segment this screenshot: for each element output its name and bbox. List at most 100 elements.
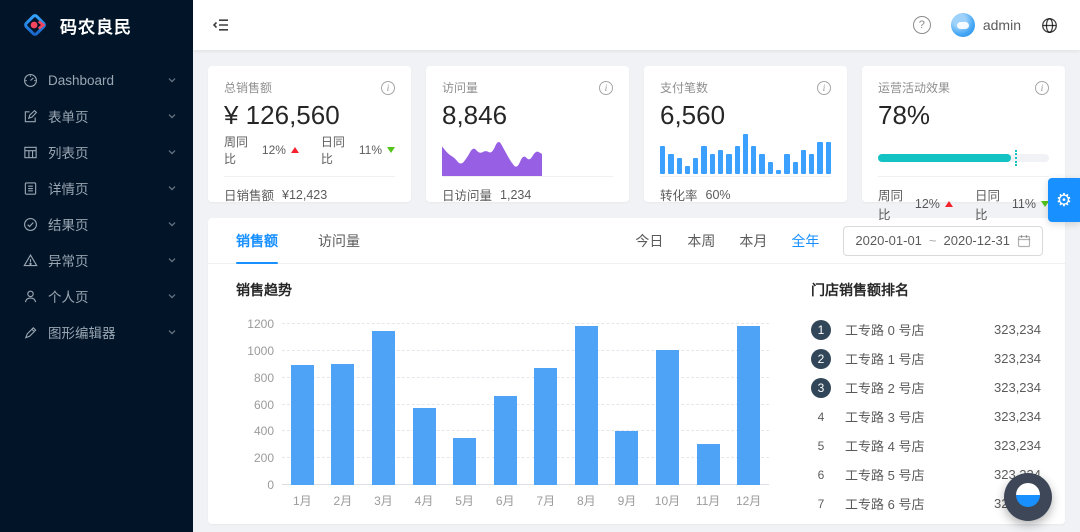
sidebar-item-3[interactable]: 详情页: [0, 170, 193, 206]
question-circle-icon[interactable]: ?: [912, 16, 931, 34]
rank-badge: 1: [811, 319, 831, 340]
gear-icon: ⚙: [1055, 189, 1073, 210]
sales-bar-chart-plot: 0 200 400 600 800 1000 1200 1月 2月 3月 4月 5月 6月 7月 8月 9月 1…: [247, 317, 769, 508]
rank-badge: 7: [817, 496, 825, 511]
y-axis-tick: 600: [253, 397, 274, 412]
logo-icon: [20, 10, 50, 40]
rank-badge: 5: [817, 438, 825, 453]
info-icon[interactable]: i: [1035, 80, 1049, 95]
form-icon: [22, 108, 38, 124]
store-name: 工专路 3 号店: [845, 410, 925, 425]
y-axis-tick: 800: [253, 370, 274, 385]
rank-badge: 4: [817, 409, 825, 424]
theme-ball-icon: [1016, 483, 1040, 507]
dashboard-content: 总销售额 i ¥ 126,560 周同比 12% 日同比 11% 日销售额 ¥1…: [193, 50, 1080, 532]
brand-title: 码农良民: [60, 17, 132, 37]
username: admin: [982, 17, 1021, 33]
payments-mini-bar-chart: [660, 134, 831, 174]
theme-switch-button[interactable]: [1004, 473, 1052, 521]
profile-icon: [22, 180, 38, 196]
info-icon[interactable]: i: [817, 80, 831, 95]
globe-icon[interactable]: [1041, 17, 1058, 34]
sidebar-item-6[interactable]: 个人页: [0, 278, 193, 314]
x-axis-label: 1月: [292, 494, 312, 508]
store-name: 工专路 4 号店: [845, 439, 925, 454]
user-menu[interactable]: admin: [950, 13, 1021, 37]
payments-value: 6,560: [660, 100, 726, 130]
bar-12月[interactable]: [737, 326, 761, 485]
rank-badge: 2: [811, 348, 831, 369]
store-name: 工专路 6 号店: [845, 497, 925, 512]
card-visits: 访问量 i 8,846 日访问量 1,234: [426, 66, 629, 203]
info-icon[interactable]: i: [381, 80, 395, 95]
bar-6月[interactable]: [493, 396, 517, 485]
store-name: 工专路 1 号店: [845, 352, 925, 367]
bar-5月[interactable]: [453, 438, 477, 485]
range-link-3[interactable]: 全年: [791, 231, 819, 251]
card-payments: 支付笔数 i 6,560 转化率 60%: [644, 66, 847, 203]
store-name: 工专路 2 号店: [845, 381, 925, 396]
x-axis-label: 9月: [617, 494, 637, 508]
sidebar-item-label: 列表页: [48, 146, 89, 161]
ranking-row-2: 2 工专路 1 号店 323,234: [811, 344, 1041, 373]
sidebar: 码农良民 Dashboard 表单页列表页详情页结果页异常页个人页图形编辑器: [0, 0, 193, 532]
card-title: 运营活动效果: [878, 81, 951, 95]
sidebar-item-7[interactable]: 图形编辑器: [0, 314, 193, 350]
store-name: 工专路 5 号店: [845, 468, 925, 483]
bar-8月[interactable]: [574, 326, 598, 485]
ranking-row-4: 4 工专路 3 号店 323,234: [811, 402, 1041, 431]
chevron-down-icon: [167, 183, 177, 193]
calendar-icon: [1017, 234, 1031, 248]
bar-9月[interactable]: [615, 431, 639, 485]
chevron-down-icon: [167, 75, 177, 85]
range-link-2[interactable]: 本月: [739, 231, 767, 251]
x-axis-label: 5月: [455, 494, 474, 508]
settings-button[interactable]: ⚙: [1048, 178, 1080, 222]
tab-1[interactable]: 访问量: [318, 218, 360, 263]
effect-progress-bar: [878, 150, 1049, 176]
ranking-row-1: 1 工专路 0 号店 323,234: [811, 315, 1041, 344]
info-icon[interactable]: i: [599, 80, 613, 95]
store-sales-value: 323,234: [994, 380, 1041, 395]
sidebar-item-label: 结果页: [48, 218, 89, 233]
avatar: [950, 13, 975, 37]
rank-badge: 6: [817, 467, 825, 482]
menu-fold-icon[interactable]: [193, 0, 249, 50]
card-activity-effect: 运营活动效果 i 78% 周同比 12% 日同比 11%: [862, 66, 1065, 222]
chevron-down-icon: [167, 111, 177, 121]
chart-title: 销售趋势: [236, 282, 292, 298]
sidebar-item-dashboard[interactable]: Dashboard: [0, 62, 193, 98]
sales-bar-chart: 0 200 400 600 800 1000 1200 1月 2月 3月 4月 5月 6月 7月 8月 9月 1…: [236, 316, 773, 516]
sidebar-item-5[interactable]: 异常页: [0, 242, 193, 278]
brand[interactable]: 码农良民: [0, 0, 193, 50]
store-sales-value: 323,234: [994, 438, 1041, 453]
caret-down-icon: [387, 147, 395, 153]
bar-2月[interactable]: [331, 364, 355, 485]
highlight-icon: [22, 324, 38, 340]
bar-4月[interactable]: [412, 407, 436, 485]
sidebar-item-label: 个人页: [48, 290, 89, 305]
sidebar-item-4[interactable]: 结果页: [0, 206, 193, 242]
tab-0[interactable]: 销售额: [236, 218, 278, 264]
bar-1月[interactable]: [290, 364, 314, 485]
bar-10月[interactable]: [655, 350, 679, 485]
range-link-0[interactable]: 今日: [635, 231, 663, 251]
bar-7月[interactable]: [534, 368, 558, 485]
x-axis-label: 2月: [333, 494, 353, 508]
visits-value: 8,846: [442, 100, 508, 130]
chevron-down-icon: [167, 219, 177, 229]
bar-3月[interactable]: [371, 330, 395, 485]
date-range-picker[interactable]: 2020-01-01 ~ 2020-12-31: [843, 225, 1043, 256]
store-sales-value: 323,234: [994, 409, 1041, 424]
total-sales-value: ¥ 126,560: [224, 100, 340, 130]
bar-11月[interactable]: [696, 444, 720, 485]
x-axis-label: 10月: [654, 494, 681, 508]
x-axis-label: 12月: [735, 494, 762, 508]
x-axis-label: 7月: [536, 494, 556, 508]
sidebar-item-label: 表单页: [48, 110, 89, 125]
sidebar-item-1[interactable]: 表单页: [0, 98, 193, 134]
range-link-1[interactable]: 本周: [687, 231, 715, 251]
store-sales-value: 323,234: [994, 322, 1041, 337]
sidebar-item-2[interactable]: 列表页: [0, 134, 193, 170]
y-axis-tick: 1200: [247, 317, 274, 331]
